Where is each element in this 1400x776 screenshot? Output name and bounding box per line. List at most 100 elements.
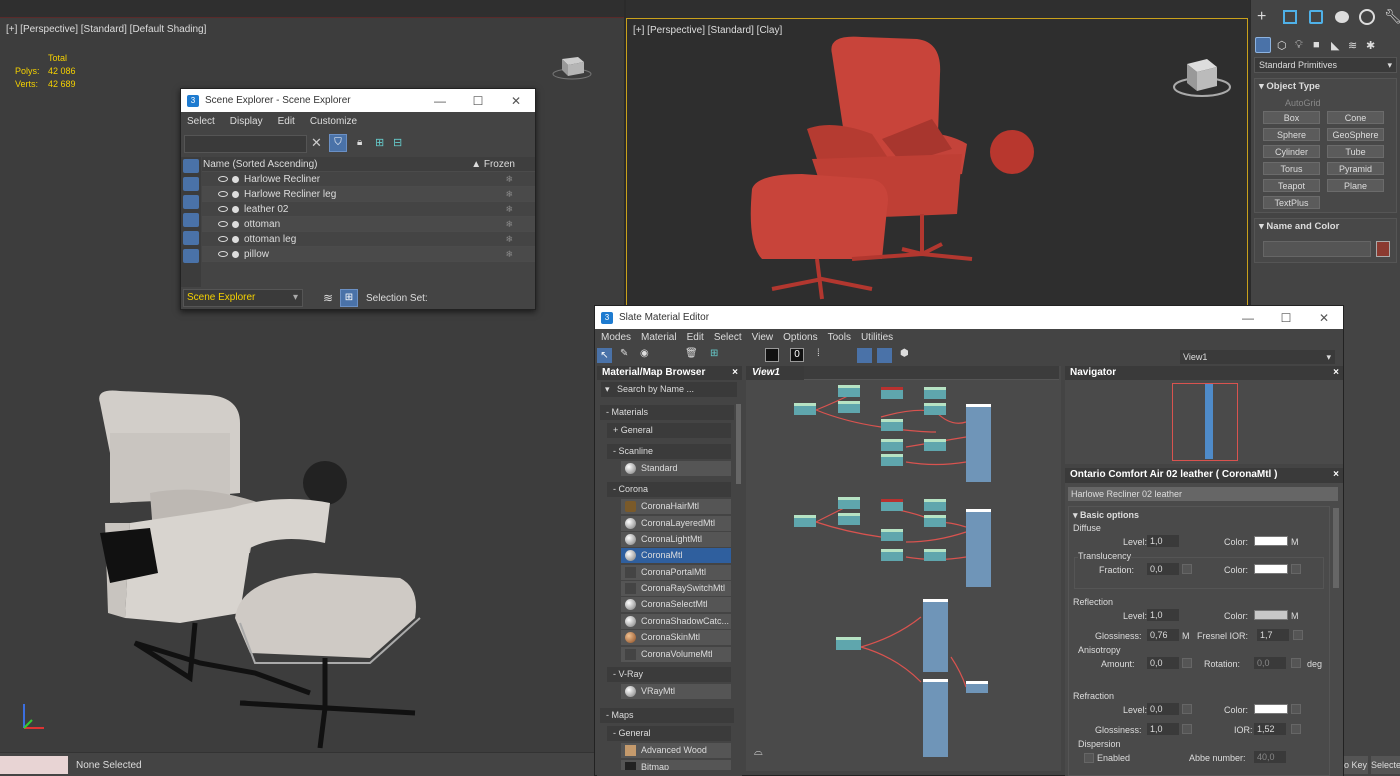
textplus-button[interactable]: TextPlus (1263, 196, 1320, 209)
eye-icon[interactable] (218, 236, 228, 242)
rotation-map-slot[interactable] (1291, 658, 1301, 668)
basic-options-header[interactable]: ▾ Basic options (1073, 510, 1139, 521)
modify-tab-icon[interactable] (1283, 10, 1297, 24)
corona-item-selected[interactable]: CoronaMtl (621, 548, 731, 563)
name-color-header[interactable]: ▾ Name and Color (1255, 219, 1396, 235)
diffuse-map-button[interactable]: M (1291, 537, 1299, 547)
view1-tab[interactable]: View1 (746, 366, 804, 380)
col-name-header[interactable]: Name (Sorted Ascending) (203, 159, 318, 170)
refraction-level-map-slot[interactable] (1182, 704, 1192, 714)
corona-item[interactable]: CoronaLayeredMtl (621, 516, 731, 531)
autogrid-checkbox[interactable]: AutoGrid (1285, 98, 1321, 108)
close-icon[interactable]: ✕ (1305, 311, 1343, 325)
frozen-icon[interactable]: ❄ (505, 219, 513, 230)
material-search-input[interactable]: ▾ Search by Name ... (601, 382, 737, 397)
corona-item[interactable]: CoronaSkinMtl (621, 630, 731, 645)
menu-utilities[interactable]: Utilities (861, 332, 893, 343)
corona-item[interactable]: CoronaLightMtl (621, 532, 731, 547)
refraction-color-swatch[interactable] (1254, 704, 1288, 714)
helpers-category-icon[interactable]: ◣ (1331, 39, 1339, 52)
eye-icon[interactable] (218, 251, 228, 257)
eye-icon[interactable] (218, 191, 228, 197)
translucency-color-swatch[interactable] (1254, 564, 1288, 574)
viewcube-icon[interactable] (552, 54, 592, 80)
object-name-input[interactable] (1263, 241, 1371, 257)
hierarchy-mode-icon[interactable]: ⊞ (340, 289, 358, 307)
corona-item[interactable]: CoronaRaySwitchMtl (621, 581, 731, 596)
bitmap-item[interactable]: Bitmap (621, 760, 731, 770)
scene-item[interactable]: Harlowe Recliner leg ❄ (202, 187, 535, 202)
tube-button[interactable]: Tube (1327, 145, 1384, 158)
reflection-map-button[interactable]: M (1291, 611, 1299, 621)
render-dot-icon[interactable] (232, 220, 239, 228)
eye-icon[interactable] (218, 176, 228, 182)
menu-display[interactable]: Display (230, 116, 263, 127)
primitives-dropdown[interactable]: Standard Primitives ▾ (1254, 57, 1397, 73)
pyramid-button[interactable]: Pyramid (1327, 162, 1384, 175)
hierarchy-icon[interactable]: ⊞ (375, 136, 384, 149)
maximize-icon[interactable]: ☐ (459, 94, 497, 108)
delete-icon[interactable]: 🗑︎ (685, 348, 698, 359)
layers-icon[interactable]: ≋ (323, 291, 333, 305)
close-icon[interactable]: × (1333, 366, 1339, 380)
minimize-icon[interactable]: — (421, 94, 459, 108)
vray-group[interactable]: - V-Ray (607, 667, 731, 682)
fraction-map-slot[interactable] (1182, 564, 1192, 574)
close-icon[interactable]: × (732, 366, 738, 380)
sphere-button[interactable]: Sphere (1263, 128, 1320, 141)
advanced-wood-item[interactable]: Advanced Wood (621, 743, 731, 758)
node-graph[interactable] (746, 382, 1061, 767)
ior-spinner[interactable]: 1,52 (1254, 723, 1286, 735)
systems-category-icon[interactable]: ✱ (1366, 39, 1375, 52)
vray-item[interactable]: VRayMtl (621, 684, 731, 699)
menu-options[interactable]: Options (783, 332, 817, 343)
clear-search-icon[interactable]: ✕ (311, 135, 322, 151)
cone-button[interactable]: Cone (1327, 111, 1384, 124)
scene-item[interactable]: pillow ❄ (202, 247, 535, 262)
torus-button[interactable]: Torus (1263, 162, 1320, 175)
box-button[interactable]: Box (1263, 111, 1320, 124)
eye-icon[interactable] (218, 221, 228, 227)
menu-modes[interactable]: Modes (601, 332, 631, 343)
background-icon[interactable] (765, 348, 779, 362)
frozen-icon[interactable]: ❄ (505, 249, 513, 260)
hide-slots-icon[interactable] (857, 348, 872, 363)
corona-item[interactable]: CoronaPortalMtl (621, 565, 731, 580)
render-dot-icon[interactable] (232, 250, 239, 258)
corona-group[interactable]: - Corona (607, 482, 731, 497)
translucency-map-slot[interactable] (1291, 564, 1301, 574)
teapot-button[interactable]: Teapot (1263, 179, 1320, 192)
diffuse-level-spinner[interactable]: 1,0 (1147, 535, 1179, 547)
menu-customize[interactable]: Customize (310, 116, 357, 127)
viewport-label[interactable]: [+] [Perspective] [Standard] [Default Sh… (6, 24, 206, 35)
dispersion-enabled-checkbox[interactable] (1084, 753, 1094, 763)
render-dot-icon[interactable] (232, 205, 239, 213)
reflection-color-swatch[interactable] (1254, 610, 1288, 620)
plane-button[interactable]: Plane (1327, 179, 1384, 192)
slate-titlebar[interactable]: 3 Slate Material Editor — ☐ ✕ (595, 306, 1343, 329)
scene-item[interactable]: leather 02 ❄ (202, 202, 535, 217)
render-dot-icon[interactable] (232, 175, 239, 183)
menu-view[interactable]: View (752, 332, 774, 343)
scene-explorer-window[interactable]: 3 Scene Explorer - Scene Explorer — ☐ ✕ Se… (180, 88, 536, 310)
shapes-category-icon[interactable]: ⬡ (1277, 39, 1287, 52)
layout-icon[interactable]: ⊞ (710, 348, 718, 359)
geometry-category-icon[interactable] (1255, 37, 1271, 53)
refraction-level-spinner[interactable]: 0,0 (1147, 703, 1179, 715)
move-children-icon[interactable]: ⁞ (817, 348, 820, 359)
glossiness-map-button[interactable]: M (1182, 631, 1190, 641)
refraction-glossiness-spinner[interactable]: 1,0 (1147, 723, 1179, 735)
render-dot-icon[interactable] (232, 235, 239, 243)
param-scrollbar[interactable] (1333, 508, 1339, 588)
create-tab-icon[interactable]: + (1257, 8, 1266, 26)
minimize-icon[interactable]: — (1229, 311, 1267, 325)
menu-select[interactable]: Select (187, 116, 215, 127)
view-dropdown[interactable]: View1 ▾ (1180, 350, 1335, 364)
show-map-icon[interactable] (877, 348, 892, 363)
maxscript-listener[interactable] (0, 756, 68, 774)
cameras-category-icon[interactable]: ■ (1313, 39, 1320, 51)
menu-tools[interactable]: Tools (828, 332, 851, 343)
material-name-field[interactable]: Harlowe Recliner 02 leather (1068, 487, 1338, 501)
ior-map-slot[interactable] (1291, 724, 1301, 734)
scene-search-input[interactable] (184, 135, 307, 153)
